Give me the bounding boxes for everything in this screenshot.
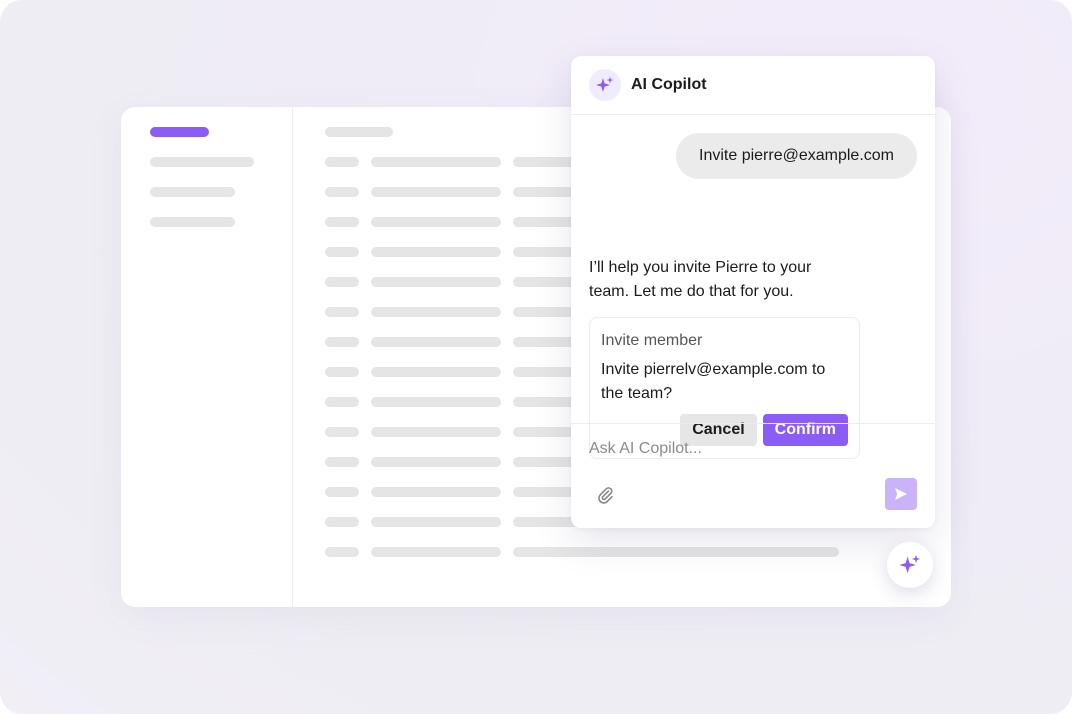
copilot-header: AI Copilot — [571, 56, 935, 115]
table-row-placeholder — [293, 547, 951, 557]
sparkle-icon — [899, 554, 921, 574]
copilot-panel: AI Copilot Invite pierre@example.com I’l… — [571, 56, 935, 528]
table-cell-placeholder — [371, 337, 501, 347]
chat-thread: Invite pierre@example.com I’ll help you … — [571, 115, 935, 459]
table-cell-placeholder — [325, 427, 359, 437]
composer — [571, 423, 935, 528]
table-cell-placeholder — [371, 277, 501, 287]
table-cell-placeholder — [325, 187, 359, 197]
table-cell-placeholder — [371, 517, 501, 527]
table-cell-placeholder — [371, 427, 501, 437]
table-cell-placeholder — [325, 487, 359, 497]
table-cell-placeholder — [325, 367, 359, 377]
copilot-fab-button[interactable] — [887, 542, 933, 588]
table-cell-placeholder — [325, 337, 359, 347]
invite-card-text: Invite pierrelv@example.com to the team? — [601, 361, 826, 402]
table-header-placeholder — [325, 127, 393, 137]
table-cell-placeholder — [325, 307, 359, 317]
sparkle-icon — [589, 69, 621, 101]
table-cell-placeholder — [513, 547, 839, 557]
send-arrow-icon — [895, 488, 907, 500]
table-cell-placeholder — [325, 457, 359, 467]
sidebar-item-active[interactable] — [150, 127, 209, 137]
table-cell-placeholder — [371, 367, 501, 377]
table-cell-placeholder — [371, 487, 501, 497]
table-cell-placeholder — [325, 397, 359, 407]
table-cell-placeholder — [371, 307, 501, 317]
sidebar-item[interactable] — [150, 187, 235, 197]
copilot-title: AI Copilot — [631, 76, 707, 93]
invite-card-title: Invite member — [601, 332, 703, 349]
table-cell-placeholder — [325, 217, 359, 227]
sidebar-item[interactable] — [150, 157, 254, 167]
table-cell-placeholder — [325, 277, 359, 287]
table-cell-placeholder — [371, 217, 501, 227]
table-cell-placeholder — [371, 157, 501, 167]
sidebar-item[interactable] — [150, 217, 235, 227]
user-message-bubble: Invite pierre@example.com — [676, 133, 917, 179]
table-cell-placeholder — [371, 457, 501, 467]
table-cell-placeholder — [325, 157, 359, 167]
table-cell-placeholder — [325, 547, 359, 557]
send-button[interactable] — [885, 478, 917, 510]
assistant-message: I’ll help you invite Pierre to your team… — [589, 259, 812, 300]
paperclip-icon[interactable] — [595, 484, 615, 504]
table-cell-placeholder — [325, 517, 359, 527]
sidebar — [121, 107, 293, 607]
table-cell-placeholder — [371, 187, 501, 197]
table-cell-placeholder — [371, 547, 501, 557]
table-cell-placeholder — [371, 397, 501, 407]
ask-copilot-input[interactable] — [589, 440, 909, 458]
table-cell-placeholder — [325, 247, 359, 257]
table-cell-placeholder — [371, 247, 501, 257]
stage: AI Copilot Invite pierre@example.com I’l… — [0, 0, 1072, 714]
